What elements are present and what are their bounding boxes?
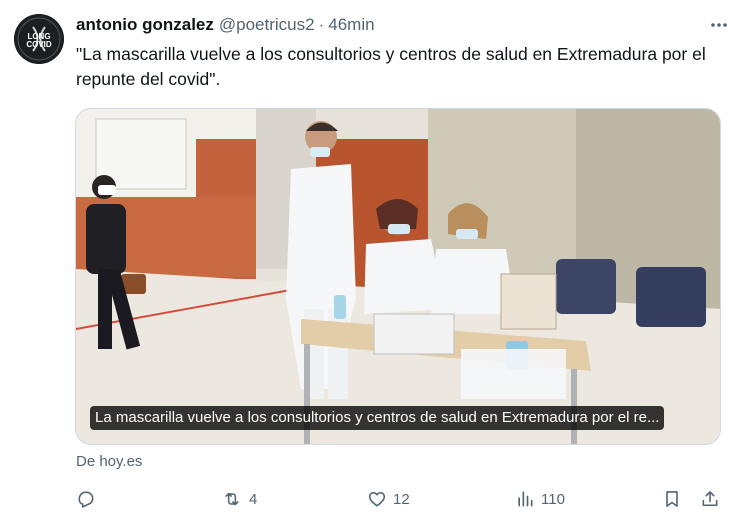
avatar-text-line2: COVID bbox=[26, 40, 52, 49]
like-count: 12 bbox=[393, 490, 410, 508]
tweet-actions: 4 12 110 bbox=[76, 484, 726, 514]
bookmark-icon bbox=[666, 491, 678, 507]
heart-icon bbox=[368, 491, 386, 507]
retweet-button[interactable]: 4 bbox=[221, 484, 257, 514]
author-name[interactable]: antonio gonzalez bbox=[76, 15, 214, 35]
views-button[interactable]: 110 bbox=[515, 484, 565, 514]
reply-button[interactable] bbox=[76, 484, 96, 514]
long-covid-logo: LONG COVID bbox=[14, 14, 64, 64]
more-horizontal-icon bbox=[711, 23, 727, 27]
reply-icon bbox=[78, 491, 94, 508]
bookmark-button[interactable] bbox=[662, 484, 682, 514]
author-handle[interactable]: @poetricus2 bbox=[219, 15, 315, 35]
retweet-icon bbox=[225, 492, 239, 506]
separator-dot: · bbox=[318, 15, 325, 34]
tweet-header: antonio gonzalez @poetricus2 · 46min bbox=[76, 14, 730, 36]
more-button[interactable] bbox=[708, 14, 730, 36]
tweet-time[interactable]: 46min bbox=[328, 15, 374, 35]
share-icon bbox=[702, 491, 718, 507]
views-icon bbox=[518, 491, 533, 507]
views-count: 110 bbox=[541, 490, 565, 508]
media-caption: La mascarilla vuelve a los consultorios … bbox=[90, 406, 665, 430]
clinic-photo bbox=[76, 109, 720, 444]
avatar[interactable]: LONG COVID bbox=[14, 14, 64, 64]
share-button[interactable] bbox=[700, 484, 720, 514]
card-source[interactable]: De hoy.es bbox=[76, 453, 142, 470]
retweet-count: 4 bbox=[249, 490, 258, 508]
media-image[interactable]: La mascarilla vuelve a los consultorios … bbox=[75, 108, 721, 445]
like-button[interactable]: 12 bbox=[367, 484, 410, 514]
tweet-text: "La mascarilla vuelve a los consultorios… bbox=[76, 44, 706, 89]
